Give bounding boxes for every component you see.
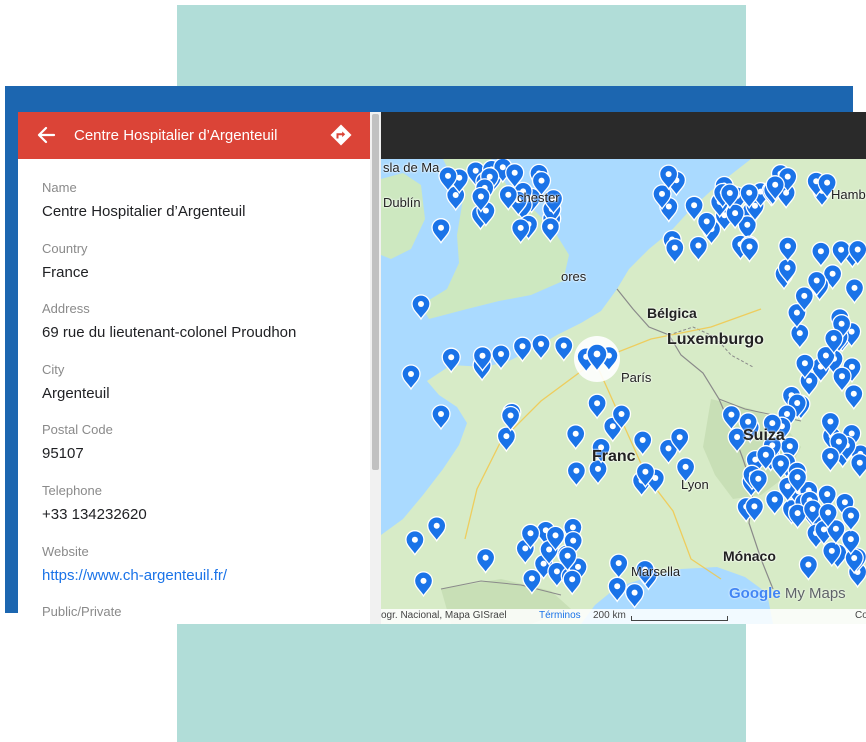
location-marker-icon[interactable] xyxy=(427,516,447,543)
map-label: Suiza xyxy=(743,427,785,444)
field-label: Name xyxy=(42,180,77,195)
terms-link[interactable]: Términos xyxy=(539,610,581,621)
app-window: Centre Hospitalier d’Argenteuil Name Cen… xyxy=(18,112,866,624)
detail-panel: Centre Hospitalier d’Argenteuil Name Cen… xyxy=(18,112,370,624)
decor-teal-top xyxy=(177,5,746,90)
panel-title: Centre Hospitalier d’Argenteuil xyxy=(74,127,278,144)
map-label: Dublín xyxy=(383,195,421,210)
map-label: ores xyxy=(561,269,587,284)
directions-icon[interactable] xyxy=(329,123,353,147)
logo-google: Google xyxy=(729,585,781,602)
location-marker-icon[interactable] xyxy=(554,335,574,362)
location-marker-icon[interactable] xyxy=(405,530,425,556)
field-label: Telephone xyxy=(42,482,102,498)
field-label: Country xyxy=(42,240,88,256)
panel-header: Centre Hospitalier d’Argenteuil xyxy=(18,112,370,159)
location-marker-icon[interactable] xyxy=(798,554,819,581)
location-marker-icon[interactable] xyxy=(811,241,831,268)
location-marker-icon[interactable] xyxy=(566,424,586,451)
location-marker-icon[interactable] xyxy=(820,446,841,473)
field-label: City xyxy=(42,361,65,377)
field-value: 95107 xyxy=(42,445,84,463)
location-marker-icon[interactable] xyxy=(512,336,533,363)
location-marker-icon[interactable] xyxy=(633,430,653,457)
location-marker-icon[interactable] xyxy=(566,461,587,488)
map-label: Luxemburgo xyxy=(667,331,764,348)
field-value: Argenteuil xyxy=(42,384,110,402)
location-marker-icon[interactable] xyxy=(511,218,531,245)
location-marker-icon[interactable] xyxy=(401,364,421,391)
location-marker-icon[interactable] xyxy=(844,278,865,305)
location-marker-icon[interactable] xyxy=(624,582,645,609)
map-label: Bélgica xyxy=(647,305,697,321)
detail-fields: Name Centre Hospitalier d’Argenteuil Cou… xyxy=(42,180,362,624)
field-value: Centre Hospitalier d’Argenteuil xyxy=(42,203,246,220)
location-marker-icon[interactable] xyxy=(688,235,709,262)
location-marker-icon[interactable] xyxy=(522,568,542,595)
decor-teal-bottom xyxy=(177,623,746,742)
location-marker-icon[interactable] xyxy=(540,217,561,243)
attribution-text: ogr. Nacional, Mapa GISrael xyxy=(381,610,507,621)
location-marker-icon[interactable] xyxy=(665,238,685,264)
field-label: Address xyxy=(42,301,90,317)
scale-bar xyxy=(631,616,728,621)
panel-scrollbar[interactable] xyxy=(370,112,381,624)
location-marker-icon[interactable] xyxy=(411,294,431,321)
field-city: City Argenteuil xyxy=(42,362,362,423)
map-label: Hambu xyxy=(831,187,866,202)
map-view[interactable]: sla de Ma Dublín chester ores Hambu Bélg… xyxy=(381,159,866,624)
location-marker-icon[interactable] xyxy=(431,404,451,431)
location-marker-icon[interactable] xyxy=(609,553,629,580)
map-label: sla de Ma xyxy=(383,160,440,175)
location-marker-icon[interactable] xyxy=(607,576,627,603)
field-name: Name Centre Hospitalier d’Argenteuil xyxy=(42,180,362,241)
location-marker-icon[interactable] xyxy=(765,489,785,516)
location-marker-icon[interactable] xyxy=(413,571,434,598)
field-telephone: Telephone +33 134232620 xyxy=(42,483,362,544)
map-top-bar xyxy=(381,112,866,159)
field-website: Website https://www.ch-argenteuil.fr/ xyxy=(42,544,362,605)
location-marker-icon[interactable] xyxy=(491,344,511,371)
location-marker-icon[interactable] xyxy=(496,426,517,453)
google-my-maps-logo[interactable]: Google My Maps xyxy=(729,585,846,602)
field-address: Address 69 rue du lieutenant-colonel Pro… xyxy=(42,301,362,362)
location-marker-icon[interactable] xyxy=(778,236,798,263)
field-public-private: Public/Private xyxy=(42,604,362,624)
field-value: France xyxy=(42,263,89,281)
field-value: +33 134232620 xyxy=(42,505,147,523)
scale-label: 200 km xyxy=(593,610,626,621)
field-label: Website xyxy=(42,543,89,559)
attribution-more: Co xyxy=(855,610,866,621)
location-marker-icon[interactable] xyxy=(431,218,451,244)
location-marker-icon[interactable] xyxy=(790,323,810,350)
logo-my-maps: My Maps xyxy=(784,585,846,602)
arrow-left-icon[interactable] xyxy=(35,124,57,146)
map-label: París xyxy=(621,370,652,385)
map-label: Marsella xyxy=(631,564,681,579)
map-label: Lyon xyxy=(681,477,709,492)
field-label: Public/Private xyxy=(42,604,122,620)
field-country: Country France xyxy=(42,241,362,302)
website-link[interactable]: https://www.ch-argenteuil.fr/ xyxy=(42,566,362,586)
scrollbar-thumb[interactable] xyxy=(372,114,379,470)
location-marker-icon[interactable] xyxy=(587,393,607,420)
field-label: Postal Code xyxy=(42,422,113,438)
location-marker-icon[interactable] xyxy=(531,334,551,361)
location-marker-icon[interactable] xyxy=(562,569,582,596)
location-marker-icon[interactable] xyxy=(441,347,461,374)
map-label: chester xyxy=(517,190,560,205)
location-marker-icon[interactable] xyxy=(475,547,496,574)
field-postal-code: Postal Code 95107 xyxy=(42,422,362,483)
field-value: 69 rue du lieutenant-colonel Proudhon xyxy=(42,324,297,342)
map-label: Mónaco xyxy=(723,548,776,564)
location-marker-icon[interactable] xyxy=(739,236,760,263)
location-marker-icon[interactable] xyxy=(721,404,742,431)
location-marker-icon[interactable] xyxy=(844,384,864,411)
location-marker-icon[interactable] xyxy=(850,453,866,479)
marker-layer xyxy=(401,159,866,609)
map-label: Franc xyxy=(592,448,636,465)
map-attribution: ogr. Nacional, Mapa GISrael Términos 200… xyxy=(381,609,866,624)
